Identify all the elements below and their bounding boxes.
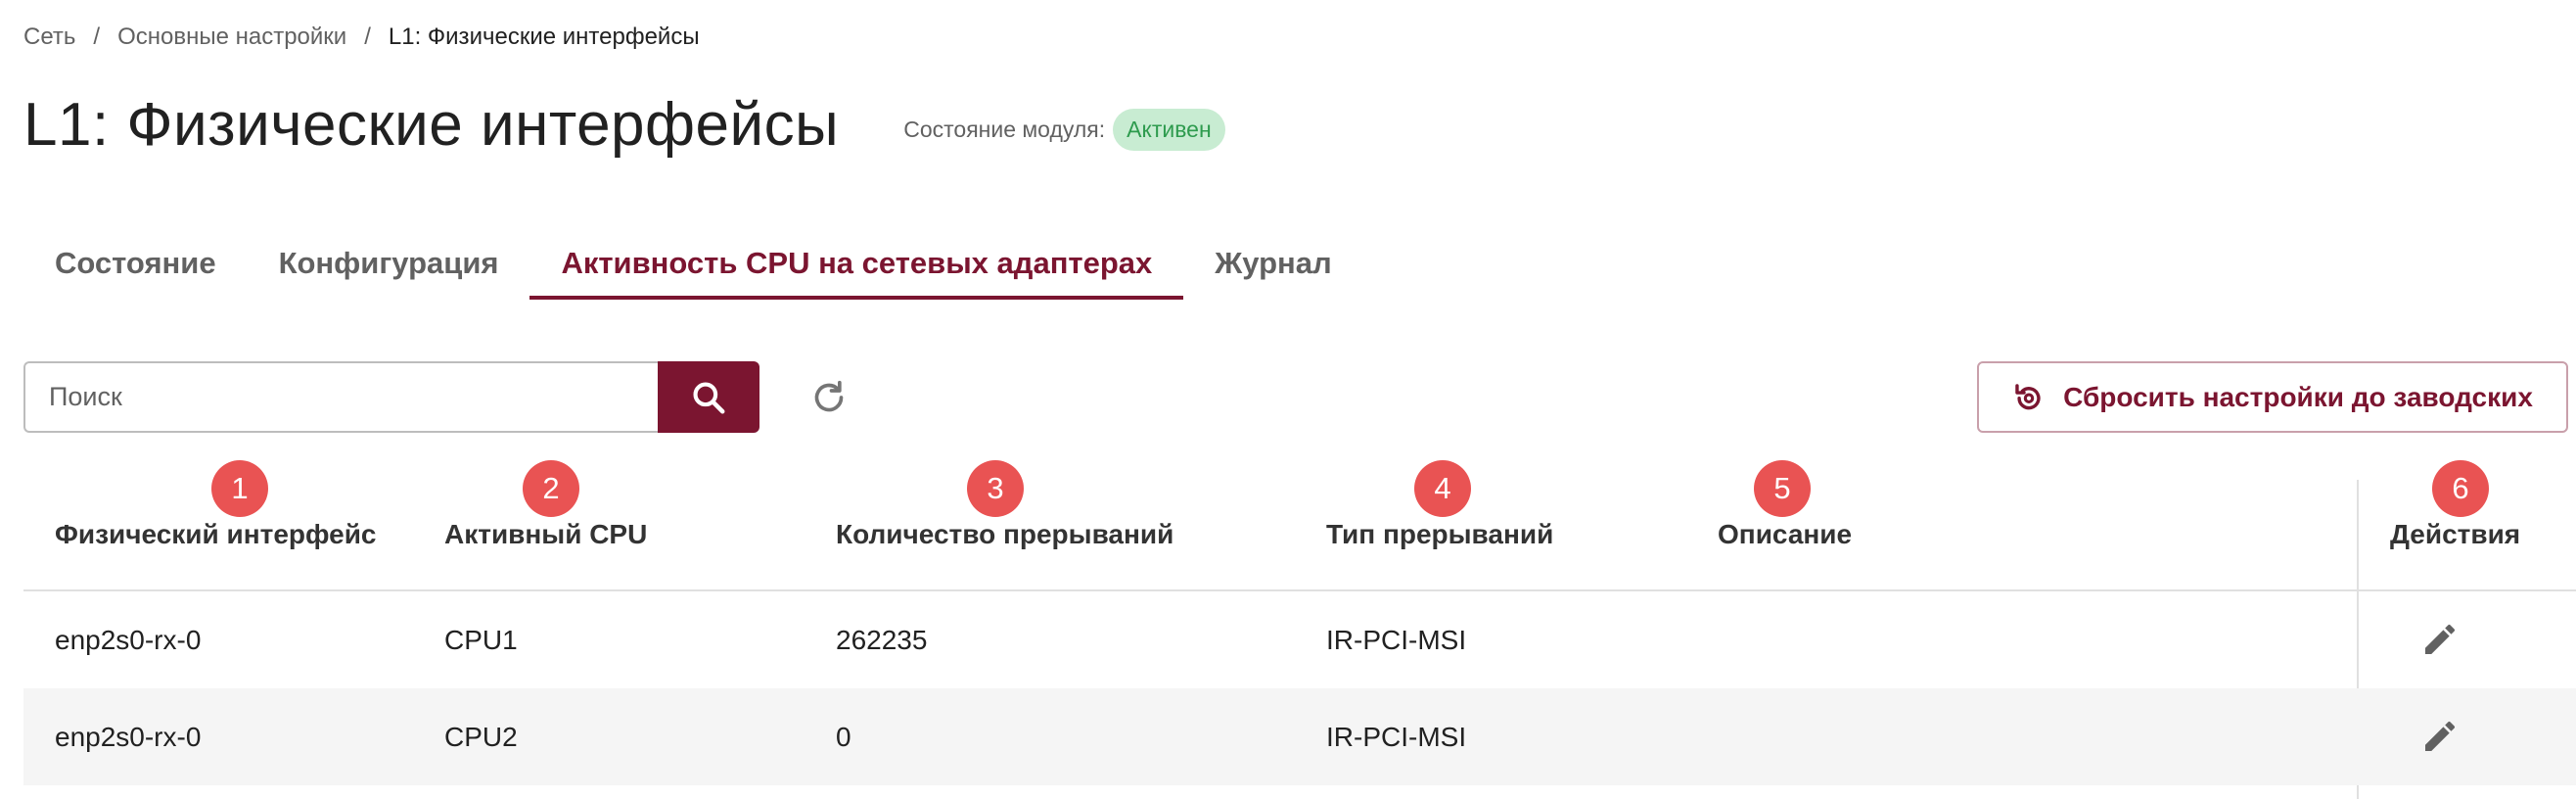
search-button[interactable] (658, 361, 759, 433)
column-header-label: Тип прерываний (1326, 519, 1554, 549)
tab-state[interactable]: Состояние (23, 227, 248, 300)
tab-log[interactable]: Журнал (1183, 227, 1362, 300)
breadcrumb-item-basic-settings[interactable]: Основные настройки (117, 24, 346, 51)
title-row: L1: Физические интерфейсы Состояние моду… (23, 90, 1225, 160)
toolbar: Сбросить настройки до заводских (23, 361, 2576, 433)
search-input[interactable] (23, 361, 660, 433)
edit-button[interactable] (2415, 615, 2464, 664)
refresh-button[interactable] (806, 375, 851, 420)
breadcrumb-separator: / (364, 24, 371, 50)
breadcrumb-separator: / (93, 24, 101, 50)
cell-interrupt-type: IR-PCI-MSI (1326, 721, 1467, 752)
tab-configuration[interactable]: Конфигурация (248, 227, 530, 300)
cell-interface: enp2s0-rx-0 (55, 721, 202, 752)
cell-active-cpu: CPU2 (444, 721, 518, 752)
cell-interrupt-count: 262235 (836, 624, 928, 655)
edit-button[interactable] (2415, 712, 2464, 761)
cpu-activity-table: 1 Физический интерфейс 2 Активный CPU 3 … (23, 460, 2576, 799)
refresh-icon (814, 380, 844, 412)
table-row: enp2s0-rx-0 CPU1 262235 IR-PCI-MSI (23, 591, 2576, 688)
column-header-label: Физический интерфейс (55, 519, 377, 549)
cell-interface: enp2s0-rx-0 (55, 624, 202, 655)
column-header-label: Активный CPU (444, 519, 648, 549)
restore-settings-icon (2015, 383, 2041, 409)
tab-bar: Состояние Конфигурация Активность CPU на… (23, 227, 1363, 300)
tab-cpu-activity[interactable]: Активность CPU на сетевых адаптерах (529, 227, 1184, 300)
search-icon (693, 381, 725, 413)
number-badge: 3 (967, 460, 1024, 517)
number-badge: 1 (211, 460, 268, 517)
number-badge: 6 (2432, 460, 2489, 517)
breadcrumb: Сеть / Основные настройки / L1: Физическ… (23, 24, 700, 51)
table-header: 1 Физический интерфейс 2 Активный CPU 3 … (23, 460, 2576, 591)
module-state-label: Состояние модуля: (903, 117, 1106, 142)
edit-icon (2425, 624, 2456, 654)
cell-interrupt-type: IR-PCI-MSI (1326, 624, 1467, 655)
module-state: Состояние модуля: Активен (903, 109, 1225, 151)
column-header-label: Количество прерываний (836, 519, 1174, 549)
number-badge: 5 (1754, 460, 1811, 517)
cell-interrupt-count: 0 (836, 721, 851, 752)
reset-button-label: Сбросить настройки до заводских (2063, 381, 2533, 412)
number-badge: 2 (523, 460, 579, 517)
cell-active-cpu: CPU1 (444, 624, 518, 655)
status-badge: Активен (1113, 109, 1225, 151)
reset-to-defaults-button[interactable]: Сбросить настройки до заводских (1977, 361, 2568, 433)
breadcrumb-item-network[interactable]: Сеть (23, 24, 75, 51)
column-header-label: Описание (1718, 519, 1853, 549)
table-row: enp2s0-rx-0 CPU2 0 IR-PCI-MSI (23, 688, 2576, 785)
breadcrumb-item-current: L1: Физические интерфейсы (388, 24, 700, 50)
column-header-label: Действия (2390, 519, 2521, 549)
edit-icon (2425, 721, 2456, 751)
page-title: L1: Физические интерфейсы (23, 91, 840, 159)
number-badge: 4 (1414, 460, 1471, 517)
